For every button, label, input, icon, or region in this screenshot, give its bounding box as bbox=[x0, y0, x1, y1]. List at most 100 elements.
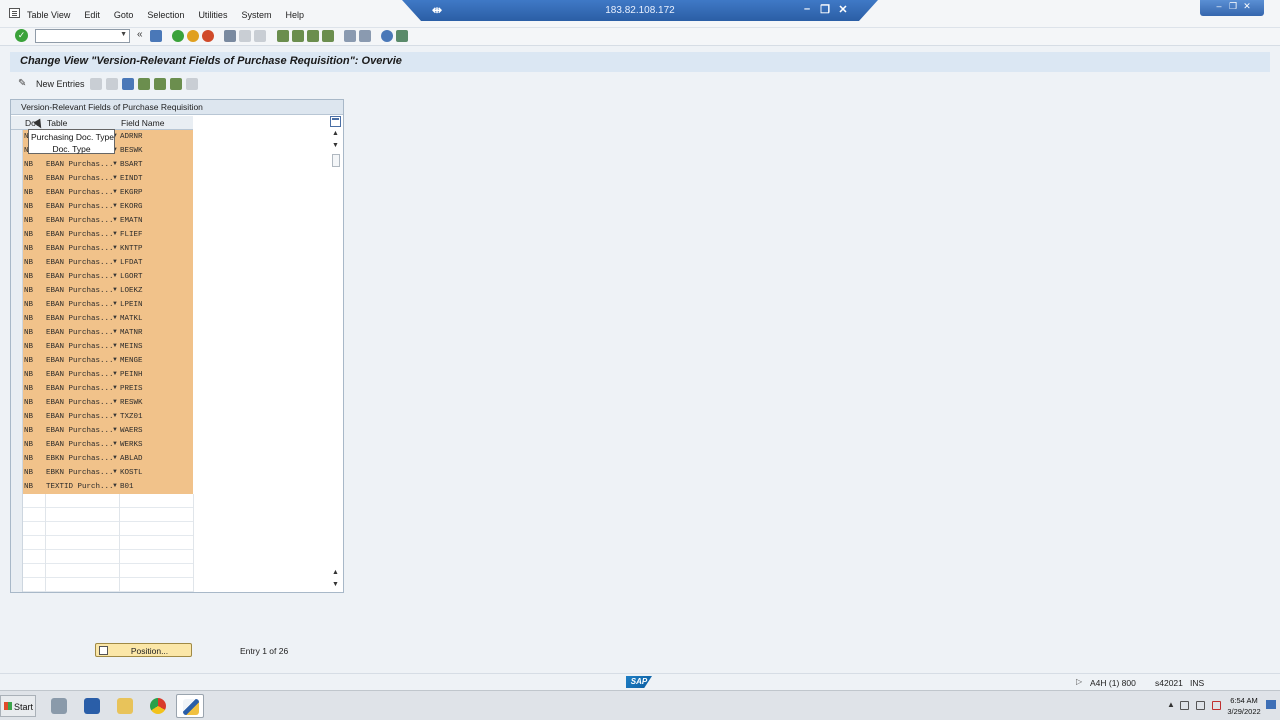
table-row[interactable]: NB EBAN Purchas... ▼ MATKL bbox=[11, 312, 193, 326]
empty-table-row[interactable] bbox=[11, 508, 194, 522]
dropdown-icon[interactable]: ▼ bbox=[112, 469, 118, 475]
status-insert-mode[interactable]: INS bbox=[1190, 678, 1204, 688]
table-cell[interactable]: EBAN Purchas... bbox=[45, 340, 119, 354]
row-selector[interactable] bbox=[11, 242, 23, 256]
doc-type-cell[interactable]: NB bbox=[23, 228, 45, 242]
dropdown-icon[interactable]: ▼ bbox=[112, 329, 118, 335]
row-selector[interactable] bbox=[11, 508, 23, 522]
status-system[interactable]: A4H (1) 800 bbox=[1090, 678, 1136, 688]
row-selector[interactable] bbox=[11, 466, 23, 480]
system-menu-icon[interactable] bbox=[9, 8, 20, 18]
row-selector[interactable] bbox=[11, 298, 23, 312]
row-selector[interactable] bbox=[11, 480, 23, 494]
empty-table-row[interactable] bbox=[11, 494, 194, 508]
table-row[interactable]: NB EBAN Purchas... ▼ KNTTP bbox=[11, 242, 193, 256]
table-row[interactable]: NB EBAN Purchas... ▼ MENGE bbox=[11, 354, 193, 368]
doc-type-cell[interactable]: NB bbox=[23, 368, 45, 382]
table-cell[interactable]: EBAN Purchas... bbox=[45, 368, 119, 382]
dropdown-icon[interactable]: ▼ bbox=[112, 413, 118, 419]
table-row[interactable]: NB EBAN Purchas... ▼ MATNR bbox=[11, 326, 193, 340]
menu-edit[interactable]: Edit bbox=[84, 10, 100, 20]
table-row[interactable]: NB EBKN Purchas... ▼ ABLAD bbox=[11, 452, 193, 466]
field-name-cell[interactable]: FLIEF bbox=[119, 228, 193, 242]
doc-type-cell[interactable]: NB bbox=[23, 186, 45, 200]
row-selector[interactable] bbox=[11, 326, 23, 340]
taskbar-chrome[interactable] bbox=[144, 694, 172, 718]
field-name-cell[interactable]: MENGE bbox=[119, 354, 193, 368]
empty-table-row[interactable] bbox=[11, 522, 194, 536]
doc-type-cell[interactable]: NB bbox=[23, 396, 45, 410]
dropdown-icon[interactable]: ▼ bbox=[112, 315, 118, 321]
scrollbar-thumb[interactable] bbox=[332, 154, 340, 167]
dropdown-icon[interactable]: ▼ bbox=[112, 259, 118, 265]
row-selector[interactable] bbox=[11, 186, 23, 200]
back-icon[interactable] bbox=[172, 30, 184, 42]
row-selector[interactable] bbox=[11, 200, 23, 214]
taskbar-powershell[interactable] bbox=[78, 694, 106, 718]
dropdown-icon[interactable]: ▼ bbox=[112, 441, 118, 447]
field-name-cell[interactable]: BSART bbox=[119, 158, 193, 172]
table-cell[interactable]: EBAN Purchas... bbox=[45, 200, 119, 214]
table-row[interactable]: NB EBAN Purchas... ▼ PREIS bbox=[11, 382, 193, 396]
dropdown-icon[interactable]: ▼ bbox=[112, 203, 118, 209]
table-cell[interactable]: EBAN Purchas... bbox=[45, 214, 119, 228]
page-down-icon[interactable]: ▼ bbox=[332, 581, 339, 588]
table-row[interactable]: NB EBAN Purchas... ▼ RESWK bbox=[11, 396, 193, 410]
empty-table-row[interactable] bbox=[11, 550, 194, 564]
start-button[interactable]: Start bbox=[0, 695, 36, 717]
chevron-left-icon[interactable]: « bbox=[137, 29, 143, 40]
help-icon[interactable] bbox=[381, 30, 393, 42]
field-name-cell[interactable]: B01 bbox=[119, 480, 193, 494]
table-row[interactable]: NB EBAN Purchas... ▼ LGORT bbox=[11, 270, 193, 284]
table-cell[interactable]: EBAN Purchas... bbox=[45, 284, 119, 298]
field-name-cell[interactable]: LGORT bbox=[119, 270, 193, 284]
row-selector[interactable] bbox=[11, 256, 23, 270]
tray-volume-icon[interactable] bbox=[1212, 701, 1221, 710]
table-cell[interactable]: EBAN Purchas... bbox=[45, 312, 119, 326]
dropdown-icon[interactable]: ▼ bbox=[112, 287, 118, 293]
layout-menu-icon[interactable] bbox=[396, 30, 408, 42]
doc-type-cell[interactable]: NB bbox=[23, 438, 45, 452]
select-all-icon[interactable] bbox=[138, 78, 150, 90]
table-cell[interactable]: EBAN Purchas... bbox=[45, 158, 119, 172]
row-selector[interactable] bbox=[11, 536, 23, 550]
dropdown-icon[interactable]: ▼ bbox=[112, 357, 118, 363]
table-row[interactable]: NB EBAN Purchas... ▼ EKGRP bbox=[11, 186, 193, 200]
row-selector[interactable] bbox=[11, 452, 23, 466]
doc-type-cell[interactable]: NB bbox=[23, 298, 45, 312]
row-selector[interactable] bbox=[11, 410, 23, 424]
field-name-cell[interactable]: MATKL bbox=[119, 312, 193, 326]
exit-icon[interactable] bbox=[187, 30, 199, 42]
scroll-down-icon[interactable]: ▼ bbox=[332, 142, 339, 149]
table-row[interactable]: NB EBAN Purchas... ▼ WAERS bbox=[11, 424, 193, 438]
enter-check-icon[interactable]: ✓ bbox=[15, 29, 28, 42]
doc-type-cell[interactable]: NB bbox=[23, 158, 45, 172]
menu-goto[interactable]: Goto bbox=[114, 10, 134, 20]
column-header-table[interactable]: Table bbox=[47, 118, 67, 128]
taskbar-sap-gui[interactable] bbox=[176, 694, 204, 718]
select-block-icon[interactable] bbox=[154, 78, 166, 90]
doc-type-cell[interactable]: NB bbox=[23, 466, 45, 480]
save-icon[interactable] bbox=[150, 30, 162, 42]
table-cell[interactable]: EBAN Purchas... bbox=[45, 172, 119, 186]
dropdown-icon[interactable]: ▼ bbox=[112, 217, 118, 223]
field-name-cell[interactable]: PEINH bbox=[119, 368, 193, 382]
row-selector[interactable] bbox=[11, 270, 23, 284]
first-page-icon[interactable] bbox=[277, 30, 289, 42]
field-name-cell[interactable]: EINDT bbox=[119, 172, 193, 186]
menu-table-view[interactable]: Table View bbox=[27, 10, 70, 20]
minimize-icon[interactable]: – bbox=[800, 3, 814, 15]
find-next-icon[interactable] bbox=[254, 30, 266, 42]
table-cell[interactable]: EBAN Purchas... bbox=[45, 270, 119, 284]
dropdown-icon[interactable]: ▼ bbox=[112, 245, 118, 251]
table-cell[interactable]: EBKN Purchas... bbox=[45, 466, 119, 480]
taskbar-server-manager[interactable] bbox=[45, 694, 73, 718]
table-cell[interactable]: EBAN Purchas... bbox=[45, 438, 119, 452]
doc-type-cell[interactable]: NB bbox=[23, 270, 45, 284]
row-selector[interactable] bbox=[11, 424, 23, 438]
dropdown-icon[interactable]: ▼ bbox=[112, 189, 118, 195]
table-cell[interactable]: EBAN Purchas... bbox=[45, 186, 119, 200]
table-row[interactable]: NB EBAN Purchas... ▼ FLIEF bbox=[11, 228, 193, 242]
row-selector[interactable] bbox=[11, 382, 23, 396]
delete-icon[interactable] bbox=[106, 78, 118, 90]
